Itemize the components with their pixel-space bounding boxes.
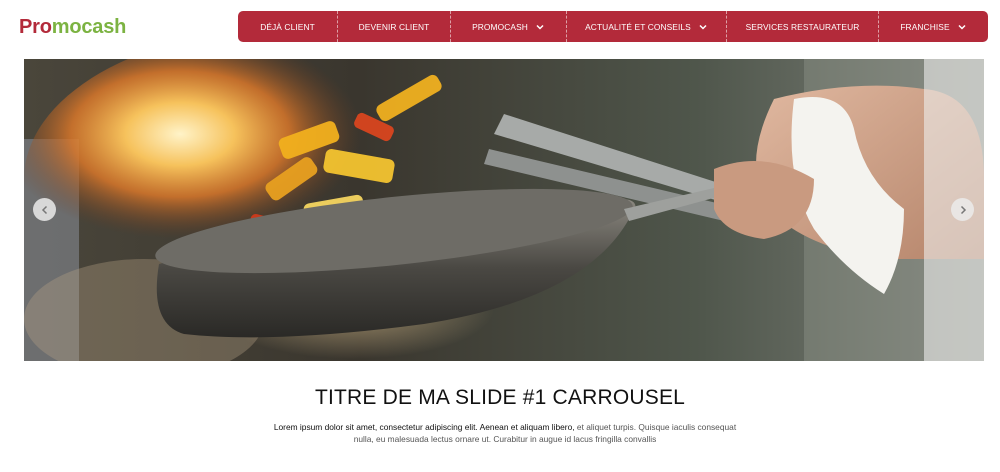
main-nav: DÉJÀ CLIENT DEVENIR CLIENT PROMOCASH ACT…: [238, 11, 988, 42]
carousel-slide-image: [24, 59, 984, 361]
chevron-right-icon: [960, 205, 966, 214]
slide-title: TITRE DE MA SLIDE #1 CARROUSEL: [314, 386, 686, 409]
chevron-left-icon: [41, 205, 47, 214]
nav-item-deja-client[interactable]: DÉJÀ CLIENT: [238, 11, 338, 42]
promocash-logo[interactable]: Promocash: [19, 15, 126, 39]
nav-item-services-restaurateur[interactable]: SERVICES RESTAURATEUR: [727, 11, 879, 42]
logo-part-mocash: mocash: [51, 16, 127, 38]
chevron-down-icon: [698, 22, 708, 32]
chef-flambe-pan-photo: [24, 59, 984, 361]
chevron-down-icon: [957, 22, 967, 32]
nav-item-devenir-client[interactable]: DEVENIR CLIENT: [338, 11, 451, 42]
nav-item-franchise[interactable]: FRANCHISE: [879, 11, 988, 42]
nav-label: FRANCHISE: [900, 21, 950, 32]
nav-label: DEVENIR CLIENT: [358, 21, 430, 32]
chevron-down-icon: [535, 22, 545, 32]
carousel-next-button[interactable]: [951, 198, 974, 221]
nav-item-actualite-conseils[interactable]: ACTUALITÉ ET CONSEILS: [567, 11, 727, 42]
slide-description: Lorem ipsum dolor sit amet, consectetur …: [270, 421, 740, 445]
nav-label: PROMOCASH: [472, 21, 528, 32]
carousel-prev-button[interactable]: [33, 198, 56, 221]
nav-label: SERVICES RESTAURATEUR: [745, 21, 860, 32]
nav-item-promocash[interactable]: PROMOCASH: [451, 11, 567, 42]
nav-label: DÉJÀ CLIENT: [260, 21, 315, 32]
nav-label: ACTUALITÉ ET CONSEILS: [585, 21, 691, 32]
site-header: Promocash DÉJÀ CLIENT DEVENIR CLIENT PRO…: [0, 0, 1000, 56]
slide-desc-lead: Lorem ipsum dolor sit amet, consectetur …: [273, 422, 575, 432]
logo-part-pro: Pro: [19, 16, 52, 38]
